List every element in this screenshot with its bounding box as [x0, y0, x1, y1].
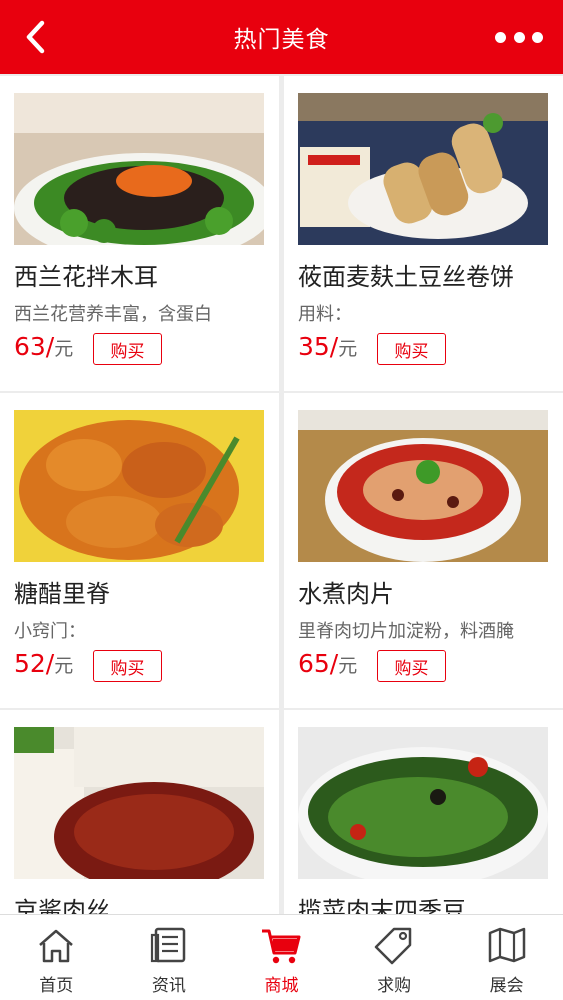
buy-button[interactable]: 购买 — [377, 333, 446, 365]
tab-purchase[interactable]: 求购 — [338, 915, 451, 1000]
tab-home[interactable]: 首页 — [0, 915, 113, 1000]
tab-purchase-label: 求购 — [377, 976, 412, 996]
product-name: 京酱肉丝 — [14, 897, 110, 914]
app-header: 热门美食 — [0, 0, 563, 74]
product-card[interactable]: 揽菜肉末四季豆 — [284, 710, 563, 914]
buy-button[interactable]: 购买 — [93, 333, 162, 365]
cart-icon — [262, 929, 301, 964]
product-card[interactable]: 莜面麦麸土豆丝卷饼 用料： 35/元 购买 — [284, 76, 563, 391]
tab-news-label: 资讯 — [151, 976, 186, 996]
news-icon — [150, 927, 186, 963]
more-button[interactable] — [491, 22, 547, 52]
price-unit: 元 — [54, 338, 74, 360]
tag-icon — [374, 927, 412, 965]
product-name: 西兰花拌木耳 — [14, 263, 158, 291]
product-price: 65/元 — [298, 649, 357, 678]
product-name: 莜面麦麸土豆丝卷饼 — [298, 263, 514, 291]
product-image-boiled-pork[interactable] — [298, 410, 548, 562]
tab-expo-label: 展会 — [489, 976, 524, 996]
product-card[interactable]: 西兰花拌木耳 西兰花营养丰富，含蛋白 63/元 购买 — [0, 76, 279, 391]
buy-button[interactable]: 购买 — [377, 650, 446, 682]
product-desc: 用料： — [298, 304, 352, 325]
back-arrow-icon — [26, 20, 45, 54]
more-dots-icon — [532, 31, 543, 43]
product-grid: 西兰花拌木耳 西兰花营养丰富，含蛋白 63/元 购买 莜面麦麸土豆丝卷饼 用料：… — [0, 76, 563, 914]
map-icon — [488, 927, 525, 963]
product-image-sweet-sour-pork[interactable] — [14, 410, 264, 562]
bottom-tab-bar: 首页 资讯 商城 求购 展会 — [0, 914, 563, 1000]
product-name: 揽菜肉末四季豆 — [298, 897, 466, 914]
product-name: 水煮肉片 — [298, 580, 394, 608]
tab-mall-label: 商城 — [264, 976, 299, 996]
price-unit: 元 — [54, 655, 74, 677]
product-card[interactable]: 京酱肉丝 — [0, 710, 279, 914]
tab-news[interactable]: 资讯 — [113, 915, 226, 1000]
product-desc: 西兰花营养丰富，含蛋白 — [14, 304, 212, 325]
product-image-broccoli-fungus[interactable] — [14, 93, 264, 245]
price-value: 52/ — [14, 649, 55, 678]
price-unit: 元 — [338, 655, 358, 677]
price-unit: 元 — [338, 338, 358, 360]
product-price: 35/元 — [298, 332, 357, 361]
product-name: 糖醋里脊 — [14, 580, 110, 608]
home-icon — [39, 929, 74, 963]
price-value: 65/ — [298, 649, 339, 678]
product-card[interactable]: 水煮肉片 里脊肉切片加淀粉，料酒腌 65/元 购买 — [284, 393, 563, 708]
product-desc: 里脊肉切片加淀粉，料酒腌 — [298, 621, 514, 642]
price-value: 35/ — [298, 332, 339, 361]
tab-mall[interactable]: 商城 — [225, 915, 338, 1000]
back-button[interactable] — [18, 17, 58, 57]
tab-expo[interactable]: 展会 — [450, 915, 563, 1000]
product-desc: 小窍门： — [14, 621, 86, 642]
more-dots-icon — [513, 31, 525, 43]
product-image-wrap-roll[interactable] — [298, 93, 548, 245]
price-value: 63/ — [14, 332, 55, 361]
buy-button[interactable]: 购买 — [93, 650, 162, 682]
product-price: 63/元 — [14, 332, 73, 361]
more-dots-icon — [495, 31, 506, 43]
product-price: 52/元 — [14, 649, 73, 678]
page-title: 热门美食 — [233, 27, 330, 53]
product-image-green-beans[interactable] — [298, 727, 548, 879]
product-image-beijing-pork[interactable] — [14, 727, 264, 879]
tab-home-label: 首页 — [39, 976, 74, 996]
product-card[interactable]: 糖醋里脊 小窍门： 52/元 购买 — [0, 393, 279, 708]
